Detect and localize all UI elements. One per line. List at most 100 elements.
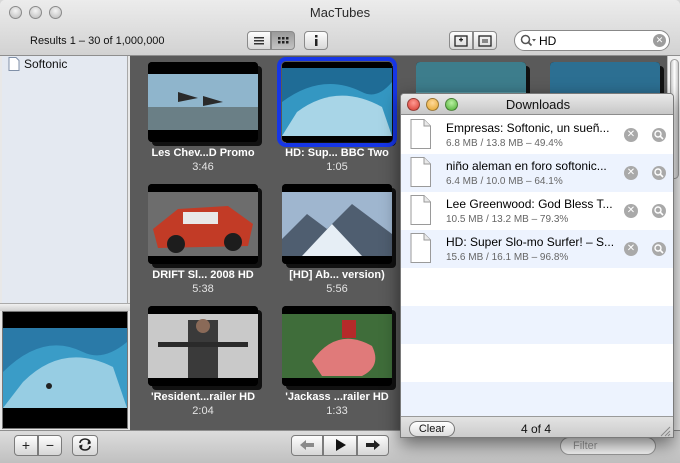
video-title: 'Jackass ...railer HD [285, 391, 389, 403]
video-duration: 1:05 [326, 161, 348, 173]
video-thumbnail[interactable] [282, 184, 392, 264]
list-view-icon [254, 37, 264, 45]
empty-row [401, 382, 673, 416]
play-button[interactable] [323, 435, 357, 456]
resize-grip-icon[interactable] [659, 425, 671, 437]
video-duration: 2:04 [192, 405, 214, 417]
download-name: niño aleman en foro softonic... [446, 159, 607, 173]
filter-placeholder: Filter [573, 440, 598, 452]
download-row[interactable]: Empresas: Softonic, un sueñ... 6.8 MB / … [401, 116, 673, 154]
download-row[interactable]: niño aleman en foro softonic... 6.4 MB /… [401, 154, 673, 192]
window-title: MacTubes [309, 5, 371, 20]
video-item[interactable]: HD: Sup... BBC Two 1:05 [277, 57, 412, 182]
download-name: Lee Greenwood: God Bless T... [446, 197, 613, 211]
new-window-button[interactable] [449, 31, 473, 50]
cancel-download-icon[interactable]: ✕ [624, 204, 638, 218]
download-progress-text: 6.4 MB / 10.0 MB – 64.1% [446, 176, 563, 187]
jackass-image [282, 306, 392, 386]
video-thumbnail[interactable] [148, 184, 258, 264]
drift-car-image [148, 184, 258, 264]
video-preview[interactable] [2, 311, 128, 429]
empty-row [401, 306, 673, 344]
document-icon [410, 233, 431, 263]
video-thumbnail[interactable] [282, 306, 392, 386]
mountain-glacier-image [282, 184, 392, 264]
download-progress-text: 15.6 MB / 16.1 MB – 96.8% [446, 252, 569, 263]
info-icon [315, 35, 318, 46]
cancel-download-icon[interactable]: ✕ [624, 166, 638, 180]
search-input[interactable] [539, 33, 649, 48]
reveal-magnifier-icon[interactable] [652, 242, 666, 256]
playlist-document-icon [8, 57, 20, 71]
video-title: 'Resident...railer HD [150, 391, 256, 403]
mactubes-window: MacTubes Results 1 – 30 of 1,000,000 HD … [0, 0, 680, 463]
video-thumbnail-selected[interactable] [277, 57, 397, 147]
document-icon [410, 119, 431, 149]
video-duration: 1:33 [326, 405, 348, 417]
video-item[interactable]: 'Resident...railer HD 2:04 [148, 306, 278, 426]
clear-button[interactable]: Clear [409, 421, 455, 437]
sidebar: Softonic [2, 56, 128, 303]
filter-field[interactable]: Filter [560, 437, 656, 455]
downloads-titlebar[interactable]: Downloads [401, 94, 673, 115]
previous-button[interactable] [291, 435, 323, 456]
downloads-count: 4 of 4 [520, 422, 552, 436]
reveal-magnifier-icon[interactable] [652, 128, 666, 142]
refresh-icon [79, 438, 91, 451]
empty-row [401, 344, 673, 382]
reveal-magnifier-icon[interactable] [652, 204, 666, 218]
download-row[interactable]: HD: Super Slo-mo Surfer! – S... 15.6 MB … [401, 230, 673, 268]
sidebar-item-label: Softonic [24, 57, 68, 71]
resident-evil-image [148, 306, 258, 386]
icon-view-icon [278, 37, 289, 44]
toolbar: MacTubes Results 1 – 30 of 1,000,000 HD … [0, 0, 680, 56]
video-item[interactable]: DRIFT Sl... 2008 HD 5:38 [148, 184, 278, 304]
reveal-magnifier-icon[interactable] [652, 166, 666, 180]
downloads-footer: Clear 4 of 4 [401, 416, 673, 437]
icon-view-button[interactable] [271, 31, 295, 50]
download-progress-text: 10.5 MB / 13.2 MB – 79.3% [446, 214, 569, 225]
arrow-left-icon [300, 440, 314, 450]
surf-wave-image [282, 62, 392, 142]
search-icon [520, 34, 536, 47]
sidebar-item-softonic[interactable]: Softonic [2, 56, 128, 72]
list-view-button[interactable] [247, 31, 271, 50]
video-thumbnail[interactable] [148, 62, 258, 142]
download-row[interactable]: Lee Greenwood: God Bless T... 10.5 MB / … [401, 192, 673, 230]
video-item[interactable]: 'Jackass ...railer HD 1:33 [282, 306, 412, 426]
preview-wave-image [3, 312, 127, 428]
fullscreen-button[interactable] [473, 31, 497, 50]
video-item[interactable]: [HD] Ab... version) 5:56 [282, 184, 412, 304]
video-title: [HD] Ab... version) [289, 269, 385, 281]
sidebar-splitter[interactable] [0, 303, 130, 311]
downloads-title: Downloads [505, 97, 571, 112]
video-title: Les Chev...D Promo [151, 147, 255, 159]
video-title: DRIFT Sl... 2008 HD [152, 269, 254, 281]
download-progress-text: 6.8 MB / 13.8 MB – 49.4% [446, 138, 563, 149]
add-window-icon [454, 35, 468, 47]
video-thumbnail[interactable] [148, 306, 258, 386]
video-item[interactable]: Les Chev...D Promo 3:46 [148, 62, 278, 182]
results-count: Results 1 – 30 of 1,000,000 [30, 35, 165, 47]
download-name: Empresas: Softonic, un sueñ... [446, 121, 610, 135]
cancel-download-icon[interactable]: ✕ [624, 128, 638, 142]
info-button[interactable] [304, 31, 328, 50]
video-duration: 3:46 [192, 161, 214, 173]
remove-button[interactable]: − [38, 435, 62, 456]
next-button[interactable] [357, 435, 389, 456]
video-duration: 5:38 [192, 283, 214, 295]
play-icon [336, 439, 346, 451]
arrow-right-icon [366, 440, 380, 450]
document-icon [410, 157, 431, 187]
cancel-download-icon[interactable]: ✕ [624, 242, 638, 256]
add-button[interactable]: + [14, 435, 38, 456]
window-icon [478, 35, 492, 47]
jets-image [148, 62, 258, 142]
video-title: HD: Sup... BBC Two [285, 147, 389, 159]
document-icon [410, 195, 431, 225]
refresh-button[interactable] [72, 435, 98, 456]
search-field[interactable]: ✕ [514, 30, 670, 51]
download-name: HD: Super Slo-mo Surfer! – S... [446, 235, 615, 249]
empty-row [401, 268, 673, 306]
clear-search-icon[interactable]: ✕ [653, 34, 666, 47]
